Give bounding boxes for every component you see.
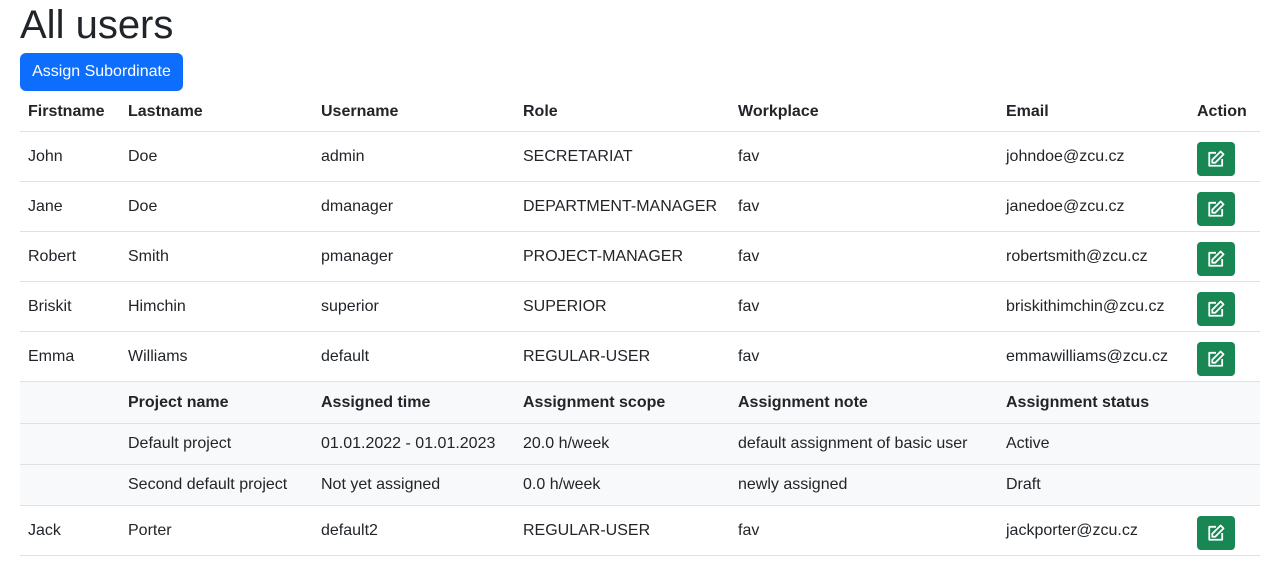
edit-button[interactable]	[1197, 191, 1235, 226]
edit-icon	[1208, 150, 1225, 167]
column-header-firstname: Firstname	[20, 92, 120, 132]
column-header-assignment-note: Assignment note	[730, 381, 998, 424]
cell-action	[1189, 231, 1260, 282]
table-row: Briskit Himchin superior SUPERIOR fav br…	[20, 281, 1260, 332]
cell-assignment-status: Draft	[998, 464, 1189, 506]
cell-lastname: Doe	[120, 131, 313, 182]
column-header-project-name: Project name	[120, 381, 313, 424]
cell-assignment-scope: 20.0 h/week	[515, 423, 730, 465]
edit-icon	[1208, 300, 1225, 317]
assignments-spacer	[1189, 464, 1260, 506]
column-header-email: Email	[998, 92, 1189, 132]
cell-firstname: Briskit	[20, 281, 120, 332]
edit-icon	[1208, 350, 1225, 367]
assignment-row: Second default project Not yet assigned …	[20, 464, 1260, 506]
assignments-spacer	[20, 464, 120, 506]
cell-action	[1189, 505, 1260, 556]
edit-button[interactable]	[1197, 291, 1235, 326]
cell-role: REGULAR-USER	[515, 331, 730, 382]
assign-subordinate-button[interactable]: Assign Subordinate	[20, 53, 183, 91]
edit-button[interactable]	[1197, 515, 1235, 550]
assignments-spacer	[20, 381, 120, 424]
table-row: Jack Porter default2 REGULAR-USER fav ja…	[20, 505, 1260, 556]
assignments-spacer	[20, 423, 120, 465]
edit-button[interactable]	[1197, 141, 1235, 176]
assignment-row: Default project 01.01.2022 - 01.01.2023 …	[20, 423, 1260, 465]
cell-email: briskithimchin@zcu.cz	[998, 281, 1189, 332]
cell-firstname: John	[20, 131, 120, 182]
cell-email: jackporter@zcu.cz	[998, 505, 1189, 556]
cell-assigned-time: Not yet assigned	[313, 464, 515, 506]
cell-role: SECRETARIAT	[515, 131, 730, 182]
cell-assignment-status: Active	[998, 423, 1189, 465]
table-row: Emma Williams default REGULAR-USER fav e…	[20, 331, 1260, 382]
column-header-action: Action	[1189, 92, 1260, 132]
cell-project-name: Default project	[120, 423, 313, 465]
edit-button[interactable]	[1197, 341, 1235, 376]
edit-icon	[1208, 524, 1225, 541]
cell-username: admin	[313, 131, 515, 182]
edit-icon	[1208, 250, 1225, 267]
cell-workplace: fav	[730, 331, 998, 382]
cell-action	[1189, 331, 1260, 382]
cell-email: johndoe@zcu.cz	[998, 131, 1189, 182]
cell-firstname: Robert	[20, 231, 120, 282]
cell-workplace: fav	[730, 505, 998, 556]
assignments-header-row: Project name Assigned time Assignment sc…	[20, 381, 1260, 424]
column-header-assignment-scope: Assignment scope	[515, 381, 730, 424]
cell-firstname: Jack	[20, 505, 120, 556]
cell-username: default	[313, 331, 515, 382]
column-header-assignment-status: Assignment status	[998, 381, 1189, 424]
cell-lastname: Doe	[120, 181, 313, 232]
table-row: John Doe admin SECRETARIAT fav johndoe@z…	[20, 131, 1260, 182]
cell-workplace: fav	[730, 131, 998, 182]
cell-lastname: Porter	[120, 505, 313, 556]
cell-assigned-time: 01.01.2022 - 01.01.2023	[313, 423, 515, 465]
cell-assignment-note: newly assigned	[730, 464, 998, 506]
page-title: All users	[20, 3, 174, 47]
edit-icon	[1208, 200, 1225, 217]
table-header-row: Firstname Lastname Username Role Workpla…	[20, 92, 1260, 132]
cell-lastname: Smith	[120, 231, 313, 282]
cell-workplace: fav	[730, 281, 998, 332]
cell-role: PROJECT-MANAGER	[515, 231, 730, 282]
cell-username: pmanager	[313, 231, 515, 282]
cell-action	[1189, 181, 1260, 232]
cell-role: DEPARTMENT-MANAGER	[515, 181, 730, 232]
cell-role: REGULAR-USER	[515, 505, 730, 556]
cell-project-name: Second default project	[120, 464, 313, 506]
column-header-username: Username	[313, 92, 515, 132]
column-header-workplace: Workplace	[730, 92, 998, 132]
cell-role: SUPERIOR	[515, 281, 730, 332]
cell-workplace: fav	[730, 181, 998, 232]
table-row: Jane Doe dmanager DEPARTMENT-MANAGER fav…	[20, 181, 1260, 232]
column-header-lastname: Lastname	[120, 92, 313, 132]
table-row: Robert Smith pmanager PROJECT-MANAGER fa…	[20, 231, 1260, 282]
edit-button[interactable]	[1197, 241, 1235, 276]
cell-firstname: Jane	[20, 181, 120, 232]
column-header-role: Role	[515, 92, 730, 132]
column-header-assigned-time: Assigned time	[313, 381, 515, 424]
cell-action	[1189, 281, 1260, 332]
users-table: Firstname Lastname Username Role Workpla…	[20, 92, 1260, 556]
assignments-spacer	[1189, 381, 1260, 424]
cell-username: dmanager	[313, 181, 515, 232]
assignments-spacer	[1189, 423, 1260, 465]
cell-assignment-scope: 0.0 h/week	[515, 464, 730, 506]
cell-lastname: Himchin	[120, 281, 313, 332]
cell-action	[1189, 131, 1260, 182]
cell-lastname: Williams	[120, 331, 313, 382]
cell-assignment-note: default assignment of basic user	[730, 423, 998, 465]
cell-username: superior	[313, 281, 515, 332]
cell-email: robertsmith@zcu.cz	[998, 231, 1189, 282]
cell-workplace: fav	[730, 231, 998, 282]
cell-email: emmawilliams@zcu.cz	[998, 331, 1189, 382]
cell-firstname: Emma	[20, 331, 120, 382]
cell-email: janedoe@zcu.cz	[998, 181, 1189, 232]
cell-username: default2	[313, 505, 515, 556]
